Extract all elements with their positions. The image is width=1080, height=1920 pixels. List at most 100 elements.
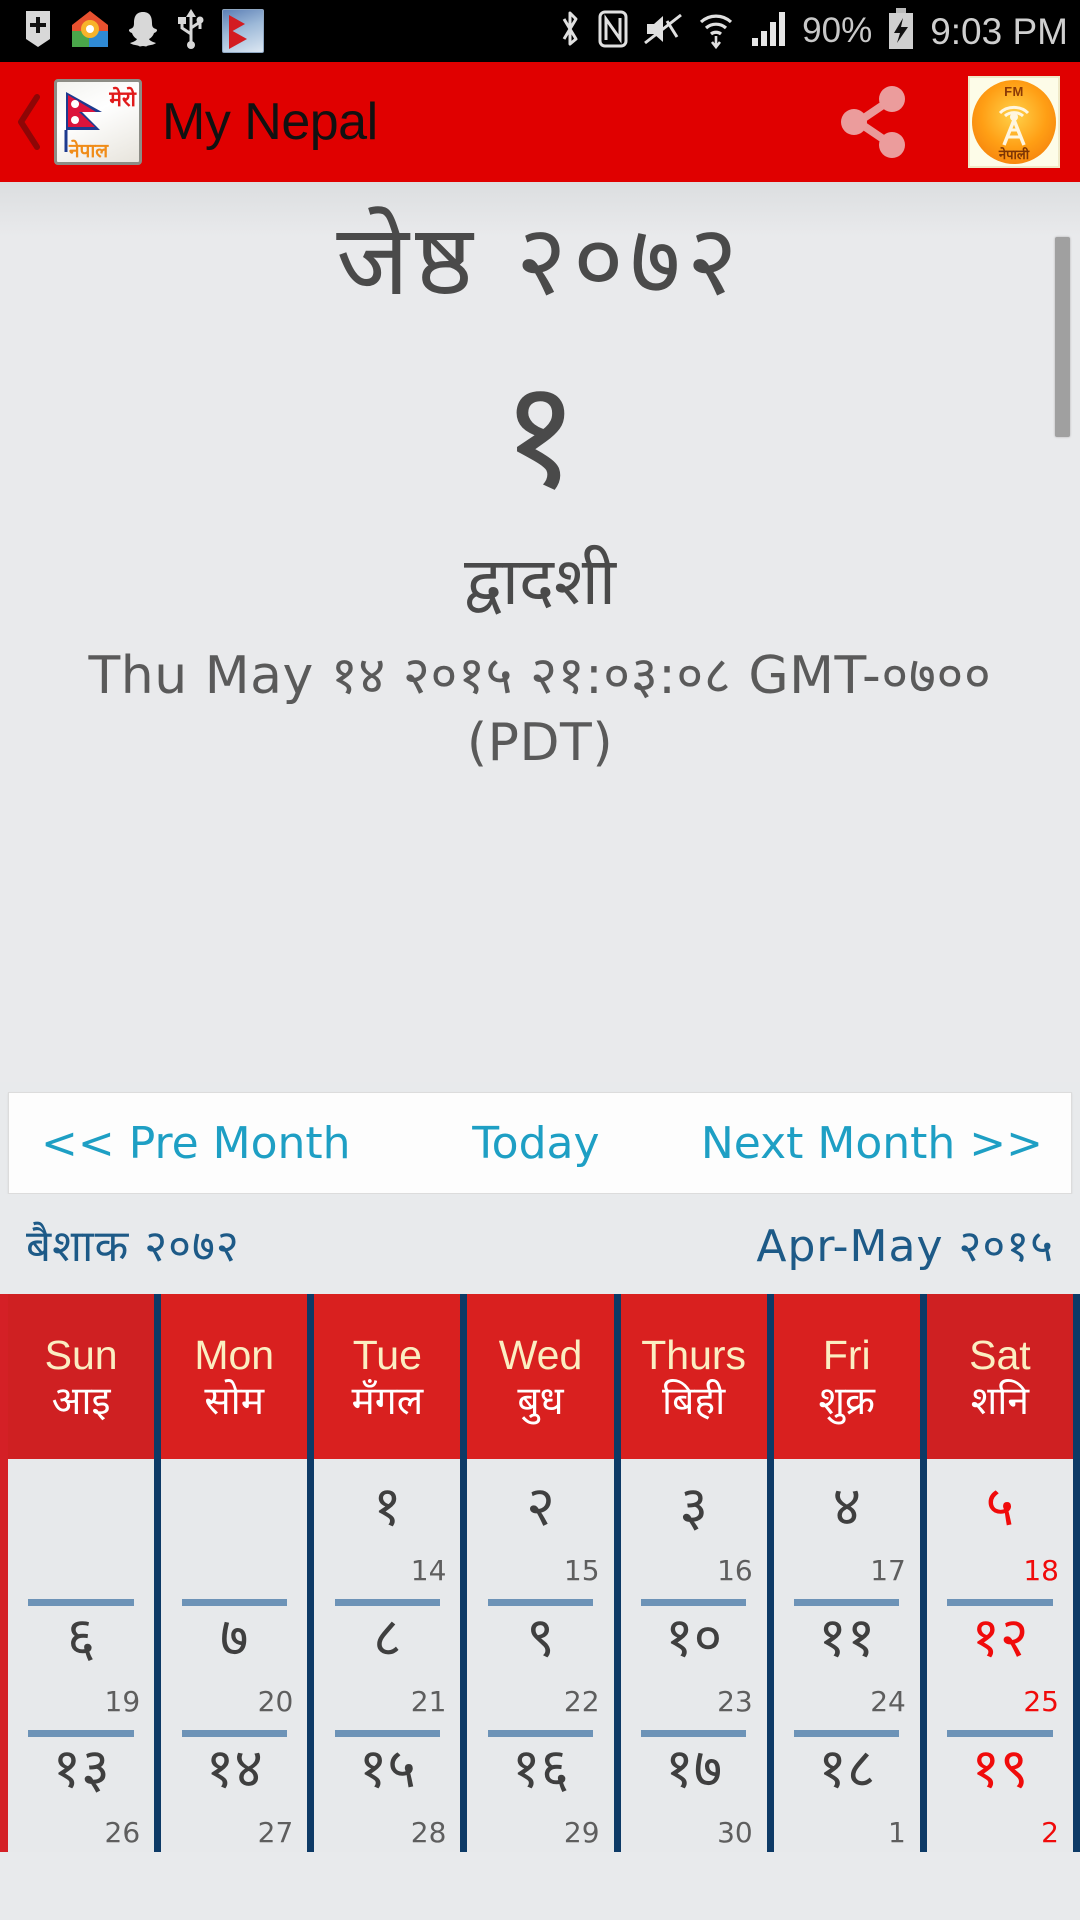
ad-date-number: 1 bbox=[888, 1816, 906, 1849]
vertical-scrollbar[interactable] bbox=[1055, 237, 1070, 437]
ad-date-number: 23 bbox=[717, 1685, 753, 1718]
calendar-body: १ 14 २ 15 ३ 16 ४ 17 ५ 18 ६ 19 ७ 20 ८ 21 ९ 22 १० 23 ११ 24 १२ 25 १… bbox=[8, 1459, 1080, 1852]
ad-date-number: 17 bbox=[870, 1554, 906, 1587]
bs-date-number: ९ bbox=[526, 1605, 555, 1669]
weekday-en-label: Thurs bbox=[641, 1331, 747, 1378]
weekday-np-label: बुध bbox=[517, 1378, 564, 1424]
calendar-day-cell[interactable]: १२ 25 bbox=[926, 1590, 1080, 1721]
weekday-en-label: Tue bbox=[352, 1331, 422, 1378]
logo-nepal-text: नेपाल bbox=[69, 140, 109, 162]
calendar-header-row: Sun आइ Mon सोम Tue मँगल Wed बुध Thurs बिही Fri शुक्… bbox=[8, 1294, 1080, 1459]
weekday-en-label: Wed bbox=[498, 1331, 583, 1378]
calendar-week-row: १३ 26 १४ 27 १५ 28 १६ 29 १७ 30 १८ 1 १९ 2 bbox=[8, 1721, 1080, 1852]
weekday-np-label: मँगल bbox=[351, 1378, 424, 1424]
calendar-day-cell[interactable]: १६ 29 bbox=[467, 1721, 621, 1852]
calendar-day-cell[interactable]: १८ 1 bbox=[773, 1721, 927, 1852]
calendar-day-cell-empty bbox=[161, 1459, 315, 1590]
calendar-day-cell[interactable]: १० 23 bbox=[620, 1590, 774, 1721]
next-month-button[interactable]: Next Month >> bbox=[701, 1118, 1071, 1169]
calendar-day-cell[interactable]: १९ 2 bbox=[926, 1721, 1080, 1852]
status-bar-left-icons bbox=[22, 8, 264, 55]
page-title: My Nepal bbox=[162, 93, 378, 151]
calendar-day-cell[interactable]: ५ 18 bbox=[926, 1459, 1080, 1590]
weekday-np-label: सोम bbox=[204, 1378, 265, 1424]
calendar-day-cell[interactable]: ७ 20 bbox=[161, 1590, 315, 1721]
share-icon[interactable] bbox=[828, 77, 918, 167]
mute-icon bbox=[643, 9, 683, 54]
ad-datetime-label: Thu May १४ २०१५ २१:०३:०८ GMT-०७०० (PDT) bbox=[88, 645, 992, 774]
today-button[interactable]: Today bbox=[371, 1118, 701, 1169]
ad-date-number: 29 bbox=[563, 1816, 600, 1849]
clock-label: 9:03 PM bbox=[930, 10, 1068, 52]
bs-date-number: १ bbox=[373, 1474, 402, 1538]
fm-radio-button[interactable]: FM नेपाली bbox=[968, 76, 1060, 168]
calendar-header-cell-tue: Tue मँगल bbox=[314, 1294, 468, 1459]
calendar-day-cell[interactable]: ३ 16 bbox=[620, 1459, 774, 1590]
bluetooth-icon bbox=[557, 8, 583, 55]
bs-month-year-label: जेष्ठ २०७२ bbox=[336, 204, 744, 318]
calendar-day-cell[interactable]: ८ 21 bbox=[314, 1590, 468, 1721]
bs-date-number: १० bbox=[665, 1605, 723, 1669]
battery-charging-icon bbox=[885, 7, 917, 56]
ad-date-number: 21 bbox=[410, 1685, 447, 1718]
calendar-day-cell[interactable]: ४ 17 bbox=[773, 1459, 927, 1590]
bs-date-number: ५ bbox=[985, 1474, 1015, 1538]
bs-day-number: १ bbox=[500, 347, 579, 522]
ad-date-number: 14 bbox=[410, 1554, 447, 1587]
ad-date-number: 19 bbox=[104, 1685, 141, 1718]
calendar-day-cell[interactable]: १ 14 bbox=[314, 1459, 468, 1590]
bs-date-number: १४ bbox=[205, 1736, 263, 1800]
calendar-day-cell[interactable]: ६ 19 bbox=[8, 1590, 162, 1721]
wifi-icon bbox=[696, 8, 736, 55]
calendar-header-cell-thurs: Thurs बिही bbox=[620, 1294, 774, 1459]
fm-label: FM bbox=[1004, 84, 1024, 99]
plus-badge-icon bbox=[22, 9, 54, 54]
bs-month-label: बैशाक २०७२ bbox=[26, 1221, 240, 1272]
snapchat-icon bbox=[126, 9, 160, 54]
prev-month-button[interactable]: << Pre Month bbox=[9, 1118, 371, 1169]
app-logo-icon[interactable]: मेरो नेपाल bbox=[54, 79, 142, 165]
home-app-icon bbox=[70, 9, 110, 54]
calendar-day-cell[interactable]: १७ 30 bbox=[620, 1721, 774, 1852]
signal-icon bbox=[749, 8, 789, 55]
bs-date-number: १८ bbox=[818, 1736, 876, 1800]
weekday-np-label: आइ bbox=[51, 1378, 111, 1424]
bs-date-number: २ bbox=[526, 1474, 555, 1538]
calendar-day-cell[interactable]: १५ 28 bbox=[314, 1721, 468, 1852]
battery-percent-label: 90% bbox=[802, 11, 873, 50]
tithi-label: द्वादशी bbox=[463, 542, 617, 620]
fm-sub-label: नेपाली bbox=[998, 148, 1030, 163]
bs-date-number: १२ bbox=[971, 1605, 1029, 1669]
bs-date-number: ७ bbox=[219, 1605, 249, 1669]
bs-date-number: १७ bbox=[665, 1736, 723, 1800]
month-nav-bar: << Pre Month Today Next Month >> bbox=[8, 1092, 1072, 1194]
ad-date-number: 2 bbox=[1041, 1816, 1059, 1849]
ad-date-number: 28 bbox=[410, 1816, 447, 1849]
bs-date-number: ११ bbox=[818, 1605, 876, 1669]
weekday-en-label: Mon bbox=[194, 1331, 275, 1378]
calendar-day-cell[interactable]: १४ 27 bbox=[161, 1721, 315, 1852]
bs-date-number: ४ bbox=[832, 1474, 862, 1538]
bs-date-number: १६ bbox=[511, 1736, 570, 1800]
ad-date-number: 18 bbox=[1023, 1554, 1059, 1587]
calendar-header-cell-fri: Fri शुक्र bbox=[773, 1294, 927, 1459]
calendar-day-cell[interactable]: १३ 26 bbox=[8, 1721, 162, 1852]
bs-date-number: ३ bbox=[679, 1474, 708, 1538]
calendar-day-cell[interactable]: ९ 22 bbox=[467, 1590, 621, 1721]
calendar-day-cell-empty bbox=[8, 1459, 162, 1590]
ad-date-number: 26 bbox=[104, 1816, 141, 1849]
logo-mero-text: मेरो bbox=[109, 87, 136, 111]
calendar-week-row: ६ 19 ७ 20 ८ 21 ९ 22 १० 23 ११ 24 १२ 25 bbox=[8, 1590, 1080, 1721]
bs-date-number: १५ bbox=[358, 1736, 416, 1800]
ad-date-number: 22 bbox=[563, 1685, 600, 1718]
weekday-en-label: Sun bbox=[44, 1331, 118, 1378]
ad-date-number: 27 bbox=[257, 1816, 294, 1849]
calendar-header-cell-mon: Mon सोम bbox=[161, 1294, 315, 1459]
calendar-header-cell-wed: Wed बुध bbox=[467, 1294, 621, 1459]
ad-date-number: 20 bbox=[257, 1685, 294, 1718]
calendar-day-cell[interactable]: २ 15 bbox=[467, 1459, 621, 1590]
calendar-header-cell-sun: Sun आइ bbox=[8, 1294, 162, 1459]
calendar-day-cell[interactable]: ११ 24 bbox=[773, 1590, 927, 1721]
back-chevron-icon[interactable] bbox=[8, 92, 52, 152]
weekday-np-label: शुक्र bbox=[818, 1378, 876, 1424]
